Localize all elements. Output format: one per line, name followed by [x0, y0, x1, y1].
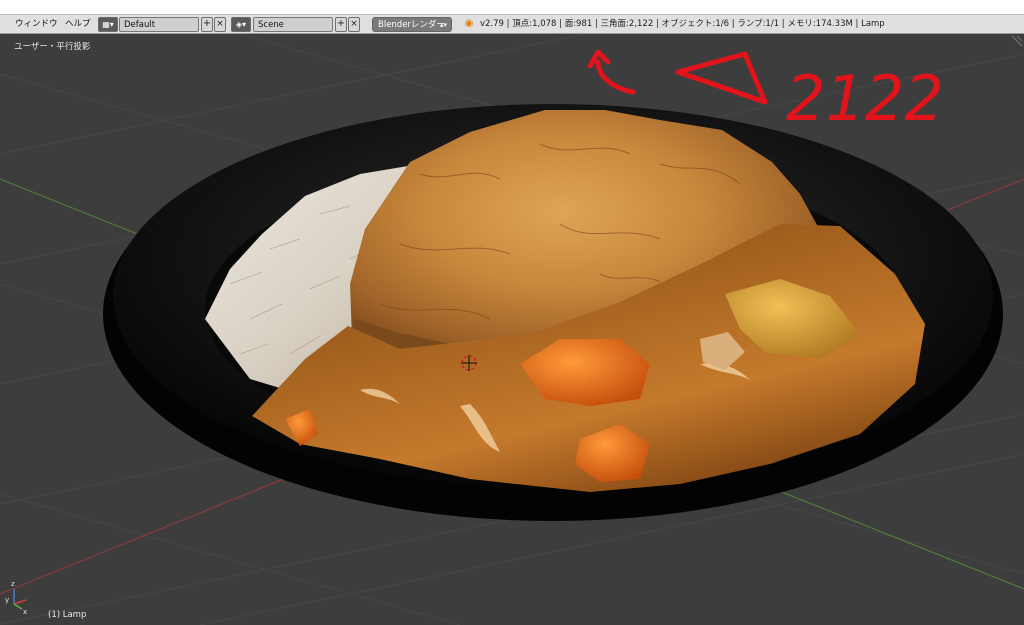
annotation-number: 2122: [786, 62, 944, 135]
triangle-icon: [675, 51, 768, 105]
handwritten-annotation: 2122: [587, 49, 944, 135]
blender-window: ウィンドウ ヘルプ ▦▾ Default + × ◈▾ Scene + × Bl…: [0, 0, 1024, 625]
arrow-up-icon: [587, 49, 636, 95]
